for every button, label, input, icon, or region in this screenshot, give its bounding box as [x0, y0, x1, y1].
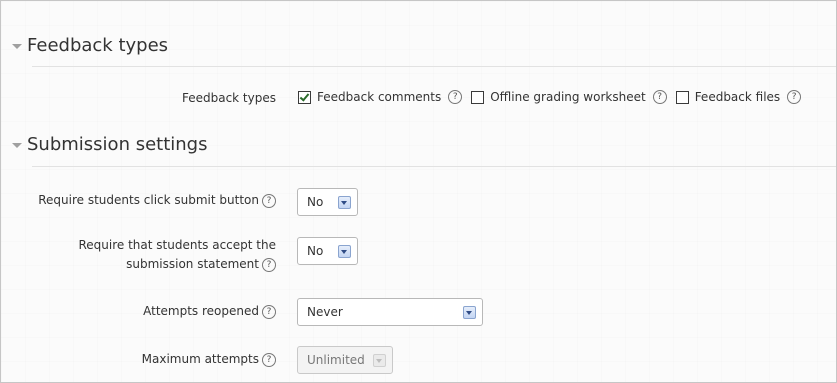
require-submit-value: No	[307, 195, 324, 209]
help-icon[interactable]: ?	[262, 193, 276, 208]
section-title-feedback-types: Feedback types	[27, 35, 169, 56]
chevron-down-icon	[338, 196, 351, 209]
field-label-feedback-types: Feedback types	[181, 91, 276, 105]
attempts-reopened-value: Never	[307, 305, 343, 319]
maximum-attempts-value: Unlimited	[307, 353, 365, 367]
section-divider	[32, 166, 836, 167]
help-icon[interactable]: ?	[787, 90, 802, 104]
offline-grading-worksheet-label: Offline grading worksheet	[490, 90, 646, 104]
attempts-reopened-select[interactable]: Never	[297, 298, 483, 326]
section-header-feedback-types[interactable]: Feedback types	[12, 35, 168, 56]
require-submit-select[interactable]: No	[297, 188, 358, 216]
section-title-submission-settings: Submission settings	[27, 134, 208, 155]
feedback-files-label: Feedback files	[694, 90, 781, 104]
caret-down-icon	[12, 44, 22, 49]
feedback-files-checkbox[interactable]	[675, 90, 689, 104]
feedback-types-options: Feedback comments ? Offline grading work…	[298, 90, 802, 104]
accept-statement-value: No	[307, 244, 324, 258]
chevron-down-icon	[338, 245, 351, 258]
assignment-settings-form: Feedback types Feedback types Feedback c…	[0, 0, 837, 383]
help-icon[interactable]: ?	[448, 90, 463, 104]
maximum-attempts-select: Unlimited	[297, 346, 393, 374]
field-label-maximum-attempts: Maximum attempts?	[142, 350, 276, 369]
help-icon[interactable]: ?	[262, 257, 276, 272]
help-icon[interactable]: ?	[262, 304, 276, 319]
chevron-down-icon	[463, 306, 476, 319]
offline-grading-worksheet-checkbox[interactable]	[471, 90, 485, 104]
help-icon[interactable]: ?	[262, 352, 276, 367]
field-label-attempts-reopened: Attempts reopened?	[143, 302, 276, 321]
section-divider	[32, 66, 836, 67]
caret-down-icon	[12, 143, 22, 148]
field-label-accept-statement: Require that students accept the submiss…	[78, 238, 276, 272]
feedback-comments-label: Feedback comments	[317, 90, 442, 104]
feedback-comments-checkbox[interactable]	[298, 90, 311, 104]
field-label-require-submit: Require students click submit button?	[38, 191, 276, 210]
section-header-submission-settings[interactable]: Submission settings	[12, 134, 207, 155]
chevron-down-icon	[373, 354, 386, 367]
help-icon[interactable]: ?	[652, 90, 667, 104]
accept-statement-select[interactable]: No	[297, 237, 358, 265]
